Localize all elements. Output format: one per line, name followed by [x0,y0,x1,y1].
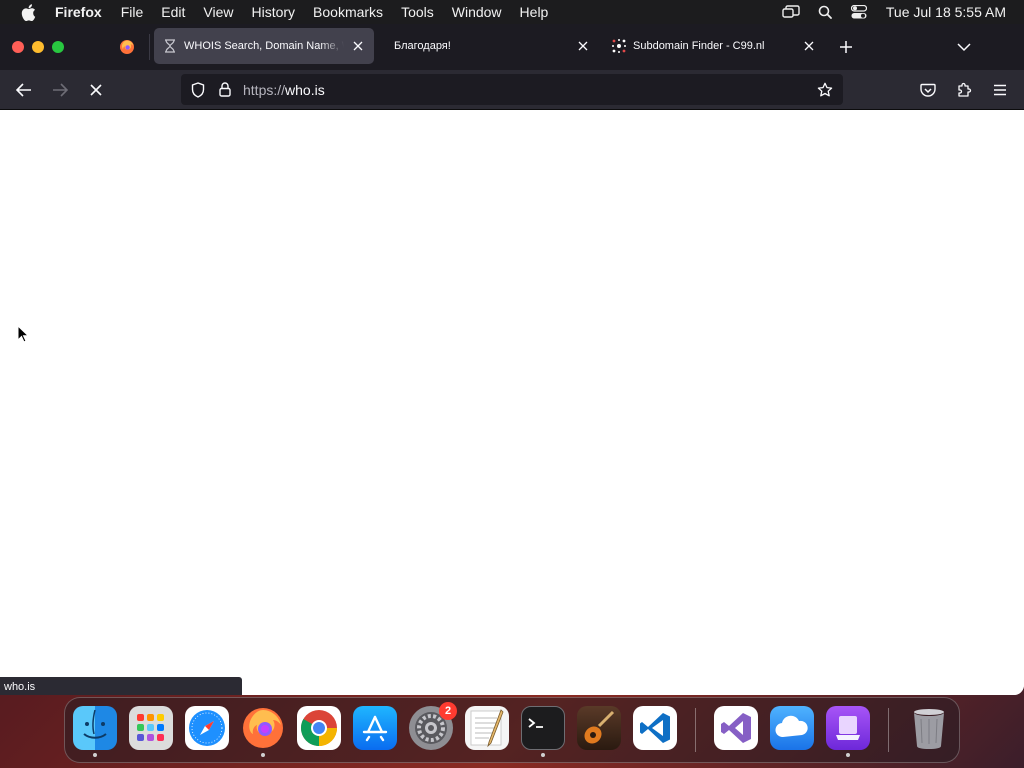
minimize-window-button[interactable] [32,41,44,53]
window-controls [12,41,72,53]
dock-terminal[interactable] [521,706,565,757]
puzzle-icon [958,82,972,97]
tab-bar: WHOIS Search, Domain Name, Website, and … [0,24,1024,70]
cloud-icon [770,706,814,750]
menu-file[interactable]: File [121,0,144,24]
screen-mirroring-icon[interactable] [780,0,802,24]
notification-badge: 2 [439,702,457,720]
dock-firefox[interactable] [241,706,285,757]
close-tab-icon[interactable] [573,36,593,56]
dock-google-chrome[interactable] [297,706,341,750]
menu-view[interactable]: View [203,0,233,24]
url-host: who.is [285,81,325,98]
firefox-window: WHOIS Search, Domain Name, Website, and … [0,24,1024,695]
menu-history[interactable]: History [251,0,295,24]
control-center-icon[interactable] [848,0,870,24]
c99-icon [611,38,627,54]
page-content[interactable] [0,110,1024,695]
trash-icon [907,706,951,750]
running-indicator [846,753,850,757]
navigation-toolbar: https://who.is [0,70,1024,110]
mouse-cursor-icon [17,325,29,343]
arrow-left-icon [16,83,31,97]
tab-title: WHOIS Search, Domain Name, Website, and … [184,40,344,52]
configurator-icon [826,706,870,750]
textedit-icon [465,706,509,750]
tab-title: Благодаря! [394,40,451,52]
running-indicator [261,753,265,757]
bookmark-star-icon[interactable] [813,78,837,102]
menu-app-name[interactable]: Firefox [55,0,102,24]
arrow-right-icon [53,83,68,97]
back-button[interactable] [10,76,38,104]
spotlight-search-icon[interactable] [814,0,836,24]
firefox-icon [241,706,285,750]
menu-bar: Firefox File Edit View History Bookmarks… [0,0,1024,24]
vscode-icon [633,706,677,750]
plus-icon [840,41,852,53]
dock: 2 [64,697,960,763]
close-tab-icon[interactable] [348,36,368,56]
dock-garageband[interactable] [577,706,621,750]
dock-visual-studio[interactable] [714,706,758,750]
url-scheme: https:// [243,81,286,98]
forward-button[interactable] [46,76,74,104]
chevron-down-icon [957,43,971,52]
running-indicator [93,753,97,757]
tab-who-is[interactable]: WHOIS Search, Domain Name, Website, and … [154,28,374,64]
dock-launchpad[interactable] [129,706,173,750]
tracking-protection-shield-icon[interactable] [187,79,209,101]
dock-visual-studio-code[interactable] [633,706,677,750]
terminal-icon [521,706,565,750]
finder-icon [73,706,117,750]
lock-icon[interactable] [215,79,235,101]
app-store-icon [353,706,397,750]
dock-app-store[interactable] [353,706,397,750]
pocket-icon [920,83,936,97]
stop-loading-button[interactable] [82,76,110,104]
safari-icon [185,706,229,750]
dock-apple-configurator[interactable] [826,706,870,757]
guitar-icon [577,706,621,750]
list-all-tabs-button[interactable] [952,35,976,59]
tab-subdomain-finder[interactable]: Subdomain Finder - C99.nl [603,28,825,64]
menu-window[interactable]: Window [452,0,502,24]
tab-title: Subdomain Finder - C99.nl [633,40,765,52]
hourglass-icon [162,38,178,54]
hamburger-menu-icon [994,84,1006,96]
running-indicator [541,753,545,757]
tab-divider [149,34,150,60]
apple-menu-icon[interactable] [17,0,39,24]
firefox-view-button[interactable] [110,30,144,64]
menu-help[interactable]: Help [520,0,549,24]
menu-edit[interactable]: Edit [161,0,185,24]
dock-safari[interactable] [185,706,229,750]
firefox-icon [120,40,134,54]
tab-thanks[interactable]: Благодаря! [377,28,599,64]
zoom-window-button[interactable] [52,41,64,53]
dock-trash[interactable] [907,706,951,750]
dock-icloud[interactable] [770,706,814,750]
close-window-button[interactable] [12,41,24,53]
stop-icon [90,84,102,96]
menu-bookmarks[interactable]: Bookmarks [313,0,383,24]
launchpad-icon [129,706,173,750]
url-text[interactable]: https://who.is [243,82,325,98]
dock-separator [695,708,696,752]
chrome-icon [297,706,341,750]
dock-separator [888,708,889,752]
close-tab-icon[interactable] [799,36,819,56]
pocket-button[interactable] [914,76,942,104]
dock-textedit[interactable] [465,706,509,750]
url-bar[interactable]: https://who.is [181,74,843,105]
extensions-button[interactable] [950,76,978,104]
status-panel: who.is [0,677,242,695]
menu-bar-clock[interactable]: Tue Jul 18 5:55 AM [886,4,1006,20]
menu-tools[interactable]: Tools [401,0,434,24]
app-menu-button[interactable] [986,76,1014,104]
dock-finder[interactable] [73,706,117,757]
dock-system-settings[interactable]: 2 [409,702,457,750]
new-tab-button[interactable] [834,35,858,59]
visual-studio-icon [714,706,758,750]
